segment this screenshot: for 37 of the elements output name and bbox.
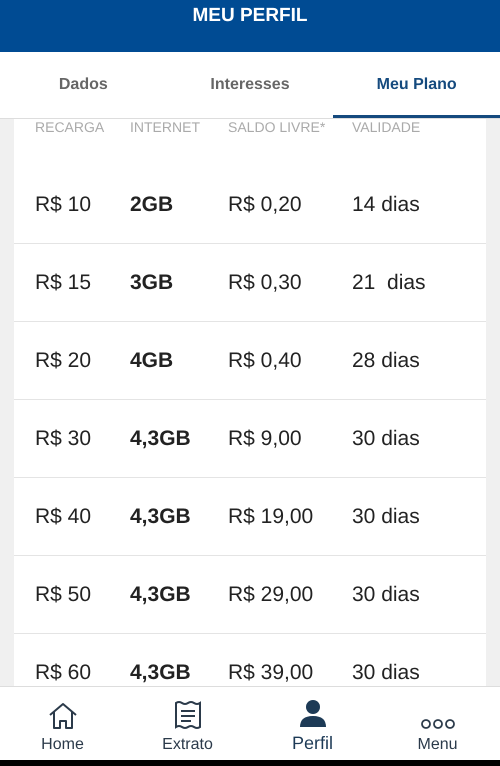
column-header: INTERNET [130, 119, 201, 136]
table-cell-text: R$ 15 [35, 270, 92, 294]
table-cell-text: R$ 50 [35, 582, 92, 606]
table-cell-text: R$ 30 [35, 426, 92, 450]
table-cell-text: R$ 39,00 [228, 660, 314, 684]
home-icon [48, 702, 78, 730]
more-icon [420, 718, 454, 730]
column-header: SALDO LIVRE* [228, 119, 326, 136]
table-cell-text: R$ 40 [35, 504, 92, 528]
column-header: VALIDADE [352, 119, 422, 136]
table-cell-text: 30 dias [352, 504, 421, 528]
table-cell-text: R$ 29,00 [228, 582, 314, 606]
table-cell-text: 4,3GB [130, 660, 192, 684]
table-cell-text: 4,3GB [130, 504, 192, 528]
table-cell-text: R$ 0,20 [228, 192, 303, 216]
table-cell-text: R$ 60 [35, 660, 92, 684]
table-cell-text: 28 dias [352, 348, 421, 372]
column-header: RECARGA [35, 119, 106, 136]
receipt-icon [172, 700, 202, 730]
table-cell-text: 21 dias [352, 270, 427, 294]
table-cell-text: 4,3GB [130, 426, 192, 450]
table-cell-text: 2GB [130, 192, 174, 216]
table-cell-text: 4,3GB [130, 582, 192, 606]
table-cell-text: 3GB [130, 270, 174, 294]
table-cell-text: 30 dias [352, 426, 421, 450]
table-cell-text: R$ 0,30 [228, 270, 303, 294]
table-cell-text: 30 dias [352, 660, 421, 684]
table-cell-text: 14 dias [352, 192, 421, 216]
table-cell-text: R$ 19,00 [228, 504, 314, 528]
page-title: MEU PERFIL [192, 5, 308, 27]
table-cell-text: R$ 9,00 [228, 426, 303, 450]
table-cell-text: R$ 0,40 [228, 348, 303, 372]
table-cell-text: R$ 10 [35, 192, 92, 216]
person-icon [298, 699, 326, 727]
table-cell-text: 30 dias [352, 582, 421, 606]
table-cell-text: 4GB [130, 348, 174, 372]
table-cell-text: R$ 20 [35, 348, 92, 372]
